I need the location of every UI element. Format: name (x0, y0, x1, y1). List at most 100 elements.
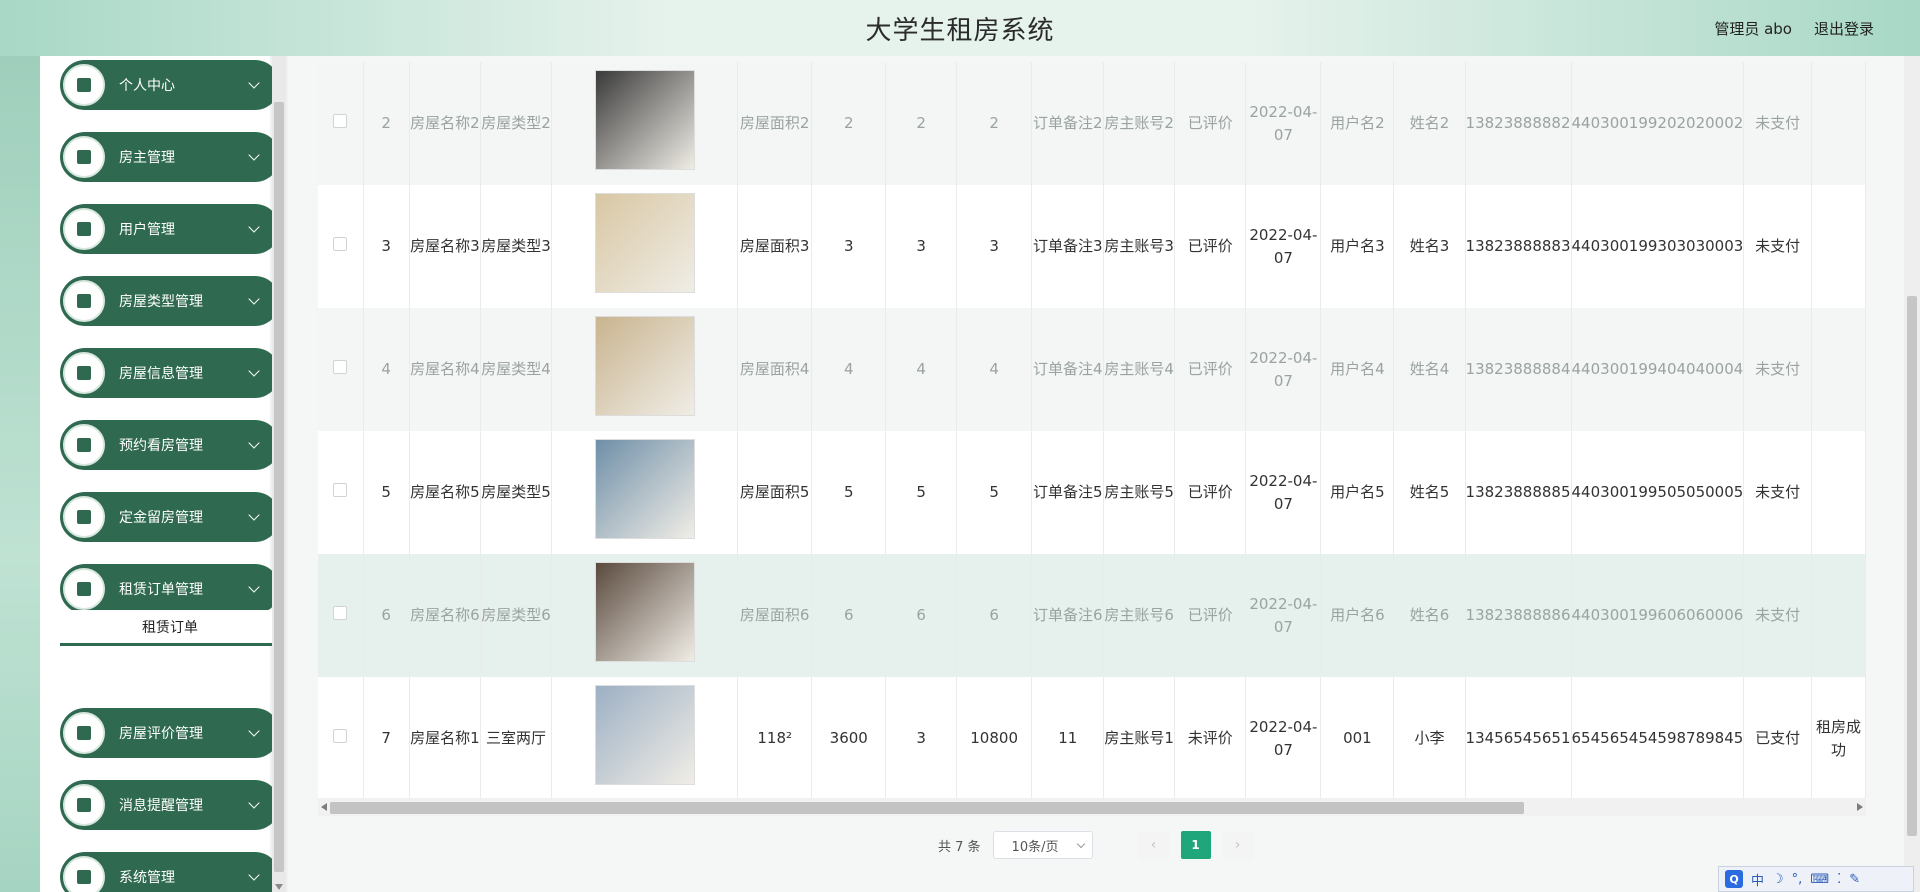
scroll-down-arrow-icon[interactable] (275, 884, 283, 890)
ime-logo-icon[interactable]: Q (1725, 870, 1743, 888)
sidebar-menu-item[interactable]: 预约看房管理 (60, 420, 280, 470)
cell-idx: 6 (363, 554, 410, 677)
cell-pay: 未支付 (1743, 308, 1812, 431)
table-row[interactable]: 6 房屋名称6 房屋类型6 房屋面积6 6 6 6 订单备注6 房主账号6 已评价 2022-04-… (318, 554, 1866, 677)
house-photo[interactable] (594, 70, 695, 170)
menu-icon-circle (63, 496, 105, 538)
sidebar-menu-item[interactable]: 消息提醒管理 (60, 780, 280, 830)
table-horizontal-scrollbar[interactable] (318, 798, 1866, 816)
table-row[interactable]: 4 房屋名称4 房屋类型4 房屋面积4 4 4 4 订单备注4 房主账号4 已评价 2022-04-… (318, 308, 1866, 431)
table-row[interactable]: 7 房屋名称1 三室两厅 118² 3600 3 10800 11 房主账号1 未评价 2022-0… (318, 677, 1866, 798)
row-checkbox[interactable] (333, 606, 348, 620)
house-image-cell (551, 62, 739, 185)
keyboard-icon[interactable]: ⌨ (1810, 872, 1829, 887)
sidebar-menu-item[interactable]: 定金留房管理 (60, 492, 280, 542)
cell-pay: 已支付 (1743, 677, 1812, 798)
table-row[interactable]: 5 房屋名称5 房屋类型5 房屋面积5 5 5 5 订单备注5 房主账号5 已评价 2022-04-… (318, 431, 1866, 554)
cell-extra (1811, 431, 1866, 554)
next-page-button[interactable]: › (1222, 831, 1253, 859)
cell-c1: 6 (811, 554, 887, 677)
cell-idcard: 654565454598789845 (1571, 677, 1745, 798)
sidebar-menu-item[interactable]: 租赁订单管理 (60, 564, 280, 614)
table-scroll-thumb[interactable] (330, 802, 1524, 814)
prev-page-button[interactable]: ‹ (1138, 831, 1169, 859)
sidebar-menu-item[interactable]: 房屋类型管理 (60, 276, 280, 326)
moon-icon[interactable]: ☽ (1772, 872, 1784, 887)
sidebar-item-label: 个人中心 (119, 78, 175, 94)
menu-icon (77, 870, 91, 884)
chevron-down-icon (248, 509, 260, 521)
tools-icon[interactable]: ✎ (1849, 872, 1860, 887)
sidebar-scroll-thumb[interactable] (274, 102, 284, 872)
house-photo[interactable] (594, 685, 695, 785)
main-vertical-scrollbar[interactable] (1904, 56, 1920, 892)
chevron-down-icon (248, 221, 260, 233)
cell-type: 房屋类型5 (480, 431, 553, 554)
cell-note: 订单备注6 (1031, 554, 1105, 677)
table-row[interactable]: 3 房屋名称3 房屋类型3 房屋面积3 3 3 3 订单备注3 房主账号3 已评价 2022-04-… (318, 185, 1866, 308)
house-photo[interactable] (594, 193, 695, 293)
house-image-cell (551, 308, 739, 431)
pagination-total: 共 7 条 (938, 839, 981, 855)
sidebar-scrollbar[interactable] (272, 56, 286, 892)
house-photo[interactable] (594, 439, 695, 539)
row-checkbox[interactable] (333, 729, 348, 743)
sidebar-subitem-rental-orders[interactable]: 租赁订单 (60, 610, 280, 646)
cell-pay: 未支付 (1743, 185, 1812, 308)
cell-phone: 13823888882 (1465, 62, 1572, 185)
cell-note: 11 (1031, 677, 1105, 798)
row-checkbox[interactable] (333, 360, 348, 374)
sidebar-menu-item[interactable]: 用户管理 (60, 204, 280, 254)
cell-extra (1811, 554, 1866, 677)
cell-phone: 13823888885 (1465, 431, 1572, 554)
chevron-down-icon (248, 581, 260, 593)
sidebar-menu-item[interactable]: 房屋信息管理 (60, 348, 280, 398)
scroll-left-arrow-icon[interactable] (321, 803, 327, 811)
cell-review: 已评价 (1174, 308, 1247, 431)
punctuation-icon[interactable]: °, (1792, 872, 1803, 887)
menu-icon (77, 222, 91, 236)
cell-user: 用户名4 (1320, 308, 1395, 431)
cell-realname: 小李 (1393, 677, 1466, 798)
cell-c1: 3600 (811, 677, 887, 798)
row-checkbox[interactable] (333, 114, 348, 128)
sidebar-item-label: 房主管理 (119, 150, 175, 166)
cell-note: 订单备注2 (1031, 62, 1105, 185)
sidebar-menu-item[interactable]: 房主管理 (60, 132, 280, 182)
house-photo[interactable] (594, 562, 695, 662)
row-select-cell (318, 308, 364, 431)
cell-type: 房屋类型6 (480, 554, 553, 677)
main-scroll-thumb[interactable] (1907, 296, 1917, 836)
cell-user: 用户名5 (1320, 431, 1395, 554)
cell-c1: 5 (811, 431, 887, 554)
cell-review: 已评价 (1174, 554, 1247, 677)
menu-icon-circle (63, 280, 105, 322)
page-size-select[interactable]: 10条/页 (992, 831, 1093, 859)
cell-extra (1811, 185, 1866, 308)
house-image-cell (551, 677, 739, 798)
chevron-down-icon (248, 365, 260, 377)
logout-link[interactable]: 退出登录 (1814, 18, 1874, 39)
chevron-down-icon (1076, 839, 1085, 848)
cell-name: 房屋名称1 (409, 677, 481, 798)
ime-lang-toggle[interactable]: 中 (1751, 870, 1764, 889)
cell-realname: 姓名4 (1393, 308, 1466, 431)
table-row[interactable]: 2 房屋名称2 房屋类型2 房屋面积2 2 2 2 订单备注2 房主账号2 已评价 2022-04-… (318, 62, 1866, 185)
scroll-right-arrow-icon[interactable] (1857, 803, 1863, 811)
sidebar-item-label: 定金留房管理 (119, 510, 203, 526)
cell-area: 房屋面积4 (737, 308, 813, 431)
sidebar-menu-item[interactable]: 系统管理 (60, 852, 280, 892)
chevron-down-icon (248, 437, 260, 449)
page-number-button[interactable]: 1 (1180, 831, 1211, 859)
house-photo[interactable] (594, 316, 695, 416)
sidebar-menu-item[interactable]: 个人中心 (60, 60, 280, 110)
cell-date: 2022-04-07 (1245, 308, 1322, 431)
menu-icon (77, 366, 91, 380)
row-select-cell (318, 62, 364, 185)
cell-user: 用户名6 (1320, 554, 1395, 677)
row-checkbox[interactable] (333, 237, 348, 251)
cell-c2: 4 (885, 308, 957, 431)
row-checkbox[interactable] (333, 483, 348, 497)
sidebar: 个人中心房主管理用户管理房屋类型管理 房屋信息管理 预约看房管理定金留房管理租赁订单… (40, 56, 280, 892)
sidebar-menu-item[interactable]: 房屋评价管理 (60, 708, 280, 758)
